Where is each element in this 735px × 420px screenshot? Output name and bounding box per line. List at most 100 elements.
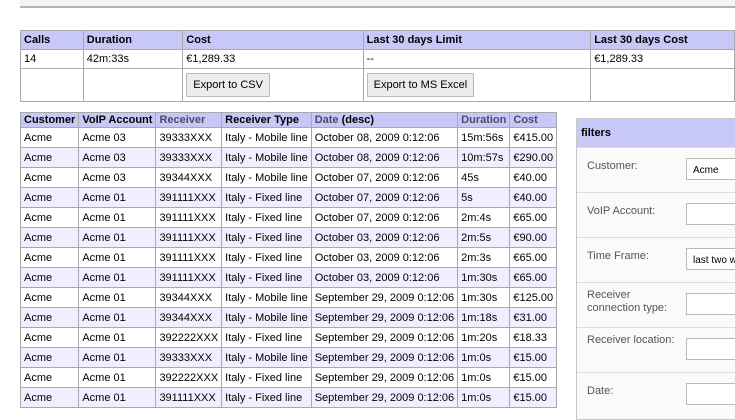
cell-voip-account: Acme 01 (78, 287, 157, 308)
cell-customer: Acme (19, 167, 80, 188)
sort-direction-label: (desc) (341, 114, 375, 126)
cell-date: September 29, 2009 0:12:06 (310, 367, 459, 388)
summary-empty-cell (20, 68, 84, 102)
column-header-receiver-type[interactable]: Receiver Type (221, 112, 312, 128)
cell-date: September 29, 2009 0:12:06 (310, 387, 459, 408)
cell-voip-account: Acme 01 (78, 187, 157, 208)
column-header-receiver[interactable]: Receiver (155, 112, 223, 128)
cell-date: October 03, 2009 0:12:06 (310, 247, 459, 268)
table-row[interactable]: Acme Acme 01 391111XXX Italy - Fixed line Oc… (19, 247, 558, 268)
cell-customer: Acme (19, 307, 80, 328)
table-row[interactable]: Acme Acme 01 39344XXX Italy - Mobile line Se… (19, 307, 558, 328)
column-header-receiver-label: Receiver (159, 114, 206, 126)
cell-receiver: 392222XXX (155, 327, 223, 348)
cell-receiver: 39344XXX (155, 287, 223, 308)
summary-header-limit: Last 30 days Limit (362, 30, 592, 50)
cell-voip-account: Acme 03 (78, 127, 157, 148)
table-row[interactable]: Acme Acme 01 391111XXX Italy - Fixed line Oc… (19, 227, 558, 248)
cell-date: September 29, 2009 0:12:06 (310, 347, 459, 368)
cell-voip-account: Acme 01 (78, 307, 157, 328)
cell-date: October 03, 2009 0:12:06 (310, 227, 459, 248)
table-row[interactable]: Acme Acme 03 39333XXX Italy - Mobile line Oc… (19, 147, 558, 168)
customer-select-value: Acme (693, 165, 719, 176)
column-header-duration[interactable]: Duration (457, 112, 511, 128)
summary-calls-value: 14 (20, 49, 84, 69)
cell-voip-account: Acme 03 (78, 147, 157, 168)
cell-receiver-type: Italy - Mobile line (221, 167, 312, 188)
cell-customer: Acme (19, 207, 80, 228)
cell-receiver-type: Italy - Fixed line (221, 327, 312, 348)
cell-cost: €18.33 (509, 327, 558, 348)
cell-receiver: 39333XXX (155, 127, 223, 148)
cell-duration: 45s (457, 167, 511, 188)
top-bar (20, 0, 735, 8)
cell-duration: 1m:20s (457, 327, 511, 348)
cell-cost: €40.00 (509, 187, 558, 208)
cell-duration: 1m:0s (457, 387, 511, 408)
filter-time-frame: Time Frame: last two w (577, 237, 735, 282)
table-row[interactable]: Acme Acme 01 39333XXX Italy - Mobile line Se… (19, 347, 558, 368)
table-row[interactable]: Acme Acme 03 39333XXX Italy - Mobile line Oc… (19, 127, 558, 148)
table-row[interactable]: Acme Acme 01 39344XXX Italy - Mobile line Se… (19, 287, 558, 308)
voip-account-input[interactable] (686, 203, 735, 225)
column-header-duration-label: Duration (461, 114, 507, 126)
filters-title: filters (577, 119, 735, 147)
table-row[interactable]: Acme Acme 01 391111XXX Italy - Fixed line Oc… (19, 187, 558, 208)
time-frame-select[interactable]: last two w (686, 248, 735, 270)
table-row[interactable]: Acme Acme 01 392222XXX Italy - Fixed line Se… (19, 327, 558, 348)
receiver-location-input[interactable] (686, 338, 735, 360)
cell-customer: Acme (19, 147, 80, 168)
date-input[interactable] (686, 383, 735, 405)
cell-duration: 1m:18s (457, 307, 511, 328)
cell-customer: Acme (19, 287, 80, 308)
cell-cost: €31.00 (509, 307, 558, 328)
export-excel-button[interactable]: Export to MS Excel (366, 73, 475, 97)
column-header-customer[interactable]: Customer (19, 112, 80, 128)
table-row[interactable]: Acme Acme 03 39344XXX Italy - Mobile line Oc… (19, 167, 558, 188)
filter-time-frame-label: Time Frame: (587, 250, 649, 262)
cell-cost: €40.00 (509, 167, 558, 188)
filter-connection-type: Receiver connection type: (577, 282, 735, 327)
cell-receiver: 391111XXX (155, 267, 223, 288)
summary-values-row: 14 42m:33s €1,289.33 -- €1,289.33 (20, 49, 735, 69)
table-row[interactable]: Acme Acme 01 391111XXX Italy - Fixed line Oc… (19, 267, 558, 288)
column-header-cost[interactable]: Cost (509, 112, 558, 128)
cell-cost: €415.00 (509, 127, 558, 148)
calls-table-body: Acme Acme 03 39333XXX Italy - Mobile line Oc… (19, 127, 558, 408)
column-header-date[interactable]: Date (desc) (310, 112, 459, 128)
summary-empty-cell (590, 68, 735, 102)
cell-cost: €290.00 (509, 147, 558, 168)
export-csv-button[interactable]: Export to CSV (186, 73, 270, 97)
customer-select[interactable]: Acme ▼ (686, 158, 735, 180)
cell-receiver: 39333XXX (155, 147, 223, 168)
cell-voip-account: Acme 01 (78, 327, 157, 348)
cell-date: October 07, 2009 0:12:06 (310, 187, 459, 208)
calls-table: Customer VoIP Account Receiver Receiver … (19, 112, 558, 408)
cell-customer: Acme (19, 267, 80, 288)
cell-receiver-type: Italy - Fixed line (221, 367, 312, 388)
connection-type-input[interactable] (686, 293, 735, 315)
cell-receiver-type: Italy - Fixed line (221, 227, 312, 248)
cell-receiver-type: Italy - Mobile line (221, 127, 312, 148)
cell-receiver: 392222XXX (155, 367, 223, 388)
cell-voip-account: Acme 01 (78, 227, 157, 248)
cell-customer: Acme (19, 367, 80, 388)
cell-receiver: 39344XXX (155, 307, 223, 328)
cell-date: September 29, 2009 0:12:06 (310, 327, 459, 348)
cell-receiver: 39333XXX (155, 347, 223, 368)
column-header-voip-account[interactable]: VoIP Account (78, 112, 157, 128)
filter-date: Date: (577, 372, 735, 417)
cell-customer: Acme (19, 127, 80, 148)
cell-receiver: 391111XXX (155, 227, 223, 248)
filter-receiver-location: Receiver location: (577, 327, 735, 372)
summary-last30-cost-value: €1,289.33 (590, 49, 735, 69)
filter-connection-type-label: Receiver connection type: (587, 289, 668, 314)
cell-cost: €65.00 (509, 267, 558, 288)
cell-customer: Acme (19, 187, 80, 208)
cell-duration: 5s (457, 187, 511, 208)
table-row[interactable]: Acme Acme 01 392222XXX Italy - Fixed line Se… (19, 367, 558, 388)
table-row[interactable]: Acme Acme 01 391111XXX Italy - Fixed line Se… (19, 387, 558, 408)
filter-customer-label: Customer: (587, 160, 638, 172)
table-row[interactable]: Acme Acme 01 391111XXX Italy - Fixed line Oc… (19, 207, 558, 228)
export-csv-cell: Export to CSV (182, 68, 364, 102)
